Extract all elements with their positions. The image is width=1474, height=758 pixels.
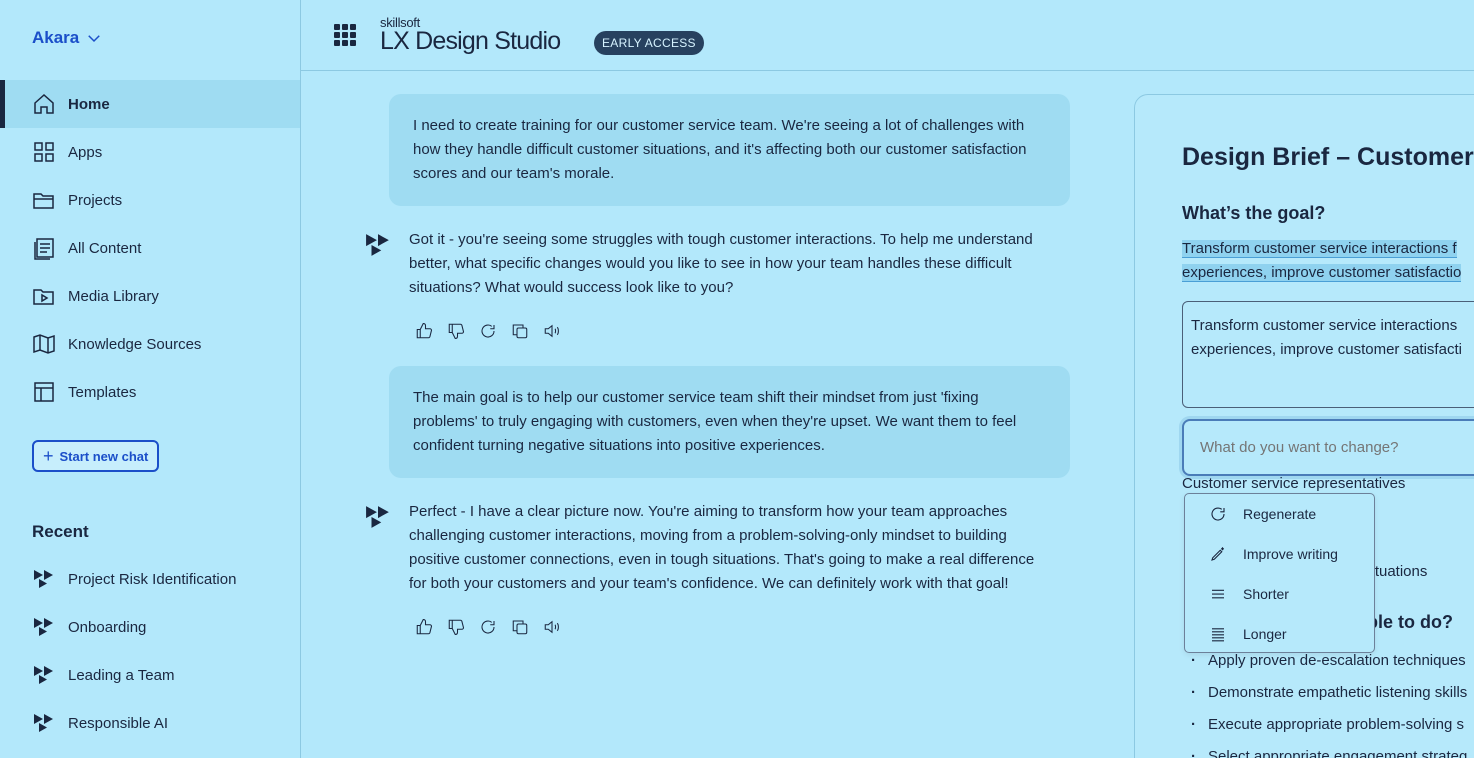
assistant-avatar-icon (366, 506, 389, 528)
brief-title: Design Brief – Customer (1182, 143, 1474, 171)
menu-item-label: Regenerate (1243, 506, 1317, 522)
menu-item-longer[interactable]: Longer (1185, 614, 1374, 654)
template-icon (32, 380, 56, 404)
list-item: Demonstrate empathetic listening skills (1191, 681, 1474, 713)
ai-edit-menu: Regenerate Improve writing Shorter Longe… (1184, 493, 1375, 653)
user-message: I need to create training for our custom… (389, 94, 1070, 206)
list-item: Execute appropriate problem-solving s (1191, 713, 1474, 745)
nav-item-media-library[interactable]: Media Library (0, 272, 300, 320)
speaker-icon[interactable] (543, 322, 561, 340)
recent-heading: Recent (32, 522, 89, 541)
nav-item-projects[interactable]: Projects (0, 176, 300, 224)
goal-heading: What’s the goal? (1182, 203, 1326, 223)
nav-item-label: Projects (68, 191, 123, 209)
audience-text: Customer service representatives (1182, 475, 1406, 492)
recent-item[interactable]: Onboarding (0, 603, 300, 651)
skillsoft-logo-icon (32, 567, 56, 591)
goal-highlight-line: Transform customer service interactions … (1182, 240, 1457, 257)
skillsoft-logo-icon (32, 615, 56, 639)
regenerate-icon (1209, 505, 1227, 523)
org-name: Akara (32, 28, 80, 47)
menu-item-improve-writing[interactable]: Improve writing (1185, 534, 1374, 574)
copy-icon[interactable] (511, 322, 529, 340)
goal-edit-box[interactable]: Transform customer service interactions … (1182, 301, 1474, 408)
sidebar: Akara Home Apps Projects All Content Med… (0, 0, 301, 758)
assistant-message-text: Got it - you're seeing some struggles wi… (409, 231, 1033, 296)
nav-item-label: Apps (68, 143, 103, 161)
recent-item-label: Project Risk Identification (68, 570, 237, 588)
brand-title: LX Design Studio (380, 27, 561, 55)
main-nav: Home Apps Projects All Content Media Lib… (0, 80, 300, 416)
nav-item-all-content[interactable]: All Content (0, 224, 300, 272)
goal-highlight-line: experiences, improve customer satisfacti… (1182, 264, 1462, 281)
change-request-input[interactable] (1182, 419, 1474, 476)
lines-long-icon (1209, 625, 1227, 643)
objectives-list: Apply proven de-escalation techniques De… (1191, 649, 1474, 758)
assistant-avatar-icon (366, 234, 389, 256)
skillsoft-logo-icon (32, 663, 56, 687)
chat-thread: I need to create training for our custom… (301, 72, 1101, 758)
media-folder-icon (32, 284, 56, 308)
menu-item-regenerate[interactable]: Regenerate (1185, 494, 1374, 534)
assistant-message: Perfect - I have a clear picture now. Yo… (365, 500, 1055, 636)
plus-icon: + (43, 446, 54, 466)
recent-item-label: Leading a Team (68, 666, 175, 684)
start-new-chat-label: Start new chat (59, 448, 149, 464)
assistant-message-text: Perfect - I have a clear picture now. Yo… (409, 503, 1035, 592)
menu-item-label: Shorter (1243, 586, 1289, 602)
nav-item-apps[interactable]: Apps (0, 128, 300, 176)
nav-item-label: All Content (68, 239, 142, 257)
nav-item-knowledge-sources[interactable]: Knowledge Sources (0, 320, 300, 368)
recent-list: Project Risk Identification Onboarding L… (0, 555, 300, 747)
org-switcher[interactable]: Akara (32, 28, 103, 48)
apps-grid-icon (32, 140, 56, 164)
home-icon (32, 92, 56, 116)
speaker-icon[interactable] (543, 618, 561, 636)
message-actions (415, 618, 1055, 636)
message-actions (415, 322, 1055, 340)
document-list-icon (32, 236, 56, 260)
design-brief-panel: Design Brief – Customer What’s the goal?… (1134, 94, 1474, 758)
thumbs-up-icon[interactable] (415, 618, 433, 636)
nav-item-label: Knowledge Sources (68, 335, 202, 353)
brand-logo[interactable]: skillsoft LX Design Studio (380, 16, 561, 56)
goal-edit-line: experiences, improve customer satisfacti (1191, 341, 1462, 358)
thumbs-down-icon[interactable] (447, 322, 465, 340)
recent-item[interactable]: Project Risk Identification (0, 555, 300, 603)
app-launcher-icon[interactable] (333, 23, 357, 47)
top-header: skillsoft LX Design Studio EARLY ACCESS (301, 0, 1474, 71)
lines-short-icon (1209, 585, 1227, 603)
menu-item-label: Longer (1243, 626, 1287, 642)
recent-item[interactable]: Responsible AI (0, 699, 300, 747)
regenerate-icon[interactable] (479, 322, 497, 340)
nav-item-label: Home (68, 95, 110, 113)
nav-item-label: Media Library (68, 287, 159, 305)
assistant-message: Got it - you're seeing some struggles wi… (365, 228, 1055, 340)
thumbs-up-icon[interactable] (415, 322, 433, 340)
early-access-badge: EARLY ACCESS (594, 31, 704, 55)
list-item: Select appropriate engagement strateg (1191, 745, 1474, 758)
user-message: The main goal is to help our customer se… (389, 366, 1070, 478)
regenerate-icon[interactable] (479, 618, 497, 636)
goal-edit-line: Transform customer service interactions (1191, 317, 1458, 334)
thumbs-down-icon[interactable] (447, 618, 465, 636)
skillsoft-logo-icon (32, 711, 56, 735)
start-new-chat-button[interactable]: + Start new chat (32, 440, 160, 472)
folder-icon (32, 188, 56, 212)
pen-sparkle-icon (1209, 545, 1227, 563)
recent-item-label: Onboarding (68, 618, 147, 636)
nav-item-home[interactable]: Home (0, 80, 300, 128)
menu-item-shorter[interactable]: Shorter (1185, 574, 1374, 614)
nav-item-label: Templates (68, 383, 137, 401)
nav-item-templates[interactable]: Templates (0, 368, 300, 416)
recent-item-label: Responsible AI (68, 714, 169, 732)
goal-highlighted-text[interactable]: Transform customer service interactions … (1182, 237, 1474, 285)
book-icon (32, 332, 56, 356)
recent-item[interactable]: Leading a Team (0, 651, 300, 699)
menu-item-label: Improve writing (1243, 546, 1338, 562)
copy-icon[interactable] (511, 618, 529, 636)
chevron-down-icon (88, 35, 101, 43)
